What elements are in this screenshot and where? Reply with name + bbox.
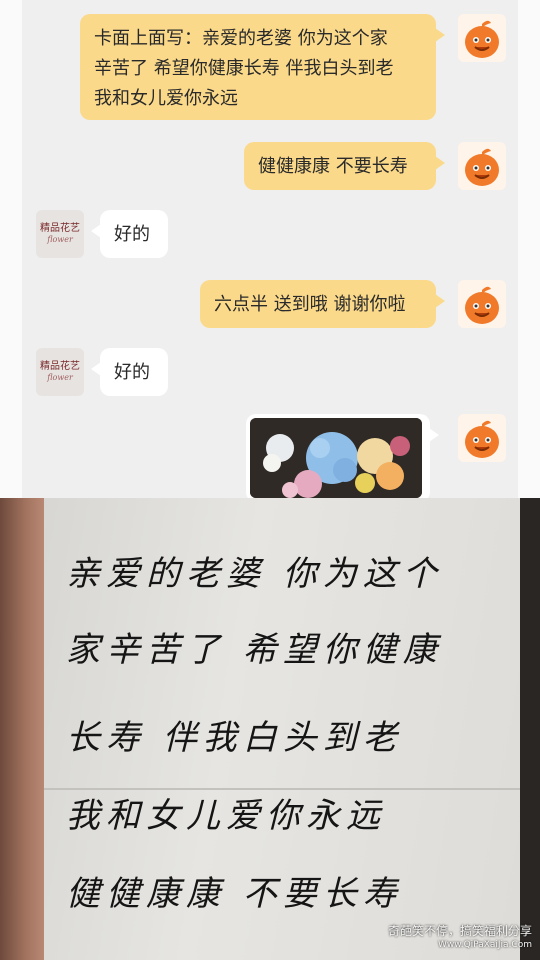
- message-line-3: 我和女儿爱你永远: [94, 88, 238, 109]
- card-handwriting-line-3: 长寿 伴我白头到老: [66, 718, 403, 758]
- shop-logo-name: 精品花艺: [40, 223, 80, 234]
- message-line-2: 辛苦了 希望你健康长寿 伴我白头到老: [94, 58, 394, 79]
- watermark-text: 奇葩笑不停，搞笑福利分享: [387, 924, 532, 938]
- message-bubble-delivery-time[interactable]: 六点半 送到哦 谢谢你啦: [200, 280, 445, 328]
- message-bubble-healthy[interactable]: 健健康康 不要长寿: [244, 142, 445, 190]
- card-handwriting-line-5: 健健康康 不要长寿: [66, 874, 403, 914]
- watermark-url: Www.QiPaXaiJia.Com: [437, 940, 532, 950]
- message-text: 好的: [114, 362, 150, 383]
- flower-bouquet-photo[interactable]: [250, 418, 422, 498]
- message-image-bubble[interactable]: [246, 414, 439, 498]
- card-handwriting-line-2: 家辛苦了 希望你健康: [66, 630, 443, 670]
- shop-logo: 精品花艺 flower: [40, 361, 80, 383]
- card-handwriting-line-1: 亲爱的老婆 你为这个: [66, 554, 443, 594]
- card-photo: 亲爱的老婆 你为这个 家辛苦了 希望你健康 长寿 伴我白头到老 我和女儿爱你永远…: [0, 498, 540, 960]
- message-text: 六点半 送到哦 谢谢你啦: [214, 294, 406, 315]
- message-bubble-card-text[interactable]: 卡面上面写：亲爱的老婆 你为这个家 辛苦了 希望你健康长寿 伴我白头到老 我和女…: [80, 14, 445, 120]
- message-text: 好的: [114, 224, 150, 245]
- flower-bouquet-icon: [250, 418, 422, 498]
- orange-mascot-icon: [465, 286, 499, 324]
- shop-logo-script: flower: [47, 235, 73, 244]
- orange-mascot-icon: [465, 20, 499, 58]
- shop-logo-script: flower: [47, 373, 73, 382]
- watermark: 奇葩笑不停，搞笑福利分享 Www.QiPaXaiJia.Com: [388, 924, 532, 952]
- message-bubble-ok[interactable]: 好的: [91, 348, 168, 396]
- orange-mascot-icon: [465, 148, 499, 186]
- chat-screenshot: 卡面上面写：亲爱的老婆 你为这个家 辛苦了 希望你健康长寿 伴我白头到老 我和女…: [0, 0, 540, 498]
- shop-logo: 精品花艺 flower: [40, 223, 80, 245]
- orange-mascot-icon: [465, 420, 499, 458]
- message-text: 健健康康 不要长寿: [258, 156, 408, 177]
- my-avatar[interactable]: [458, 280, 506, 328]
- my-avatar[interactable]: [458, 142, 506, 190]
- shop-logo-name: 精品花艺: [40, 361, 80, 372]
- message-bubble-ok[interactable]: 好的: [91, 210, 168, 258]
- message-line-1: 卡面上面写：亲爱的老婆 你为这个家: [94, 28, 388, 49]
- chat-right-margin: [518, 0, 540, 498]
- my-avatar[interactable]: [458, 414, 506, 462]
- card-handwriting-line-4: 我和女儿爱你永远: [66, 796, 386, 836]
- holding-finger: [0, 498, 44, 960]
- chat-left-margin: [0, 0, 22, 498]
- my-avatar[interactable]: [458, 14, 506, 62]
- shop-avatar[interactable]: 精品花艺 flower: [36, 348, 84, 396]
- shop-avatar[interactable]: 精品花艺 flower: [36, 210, 84, 258]
